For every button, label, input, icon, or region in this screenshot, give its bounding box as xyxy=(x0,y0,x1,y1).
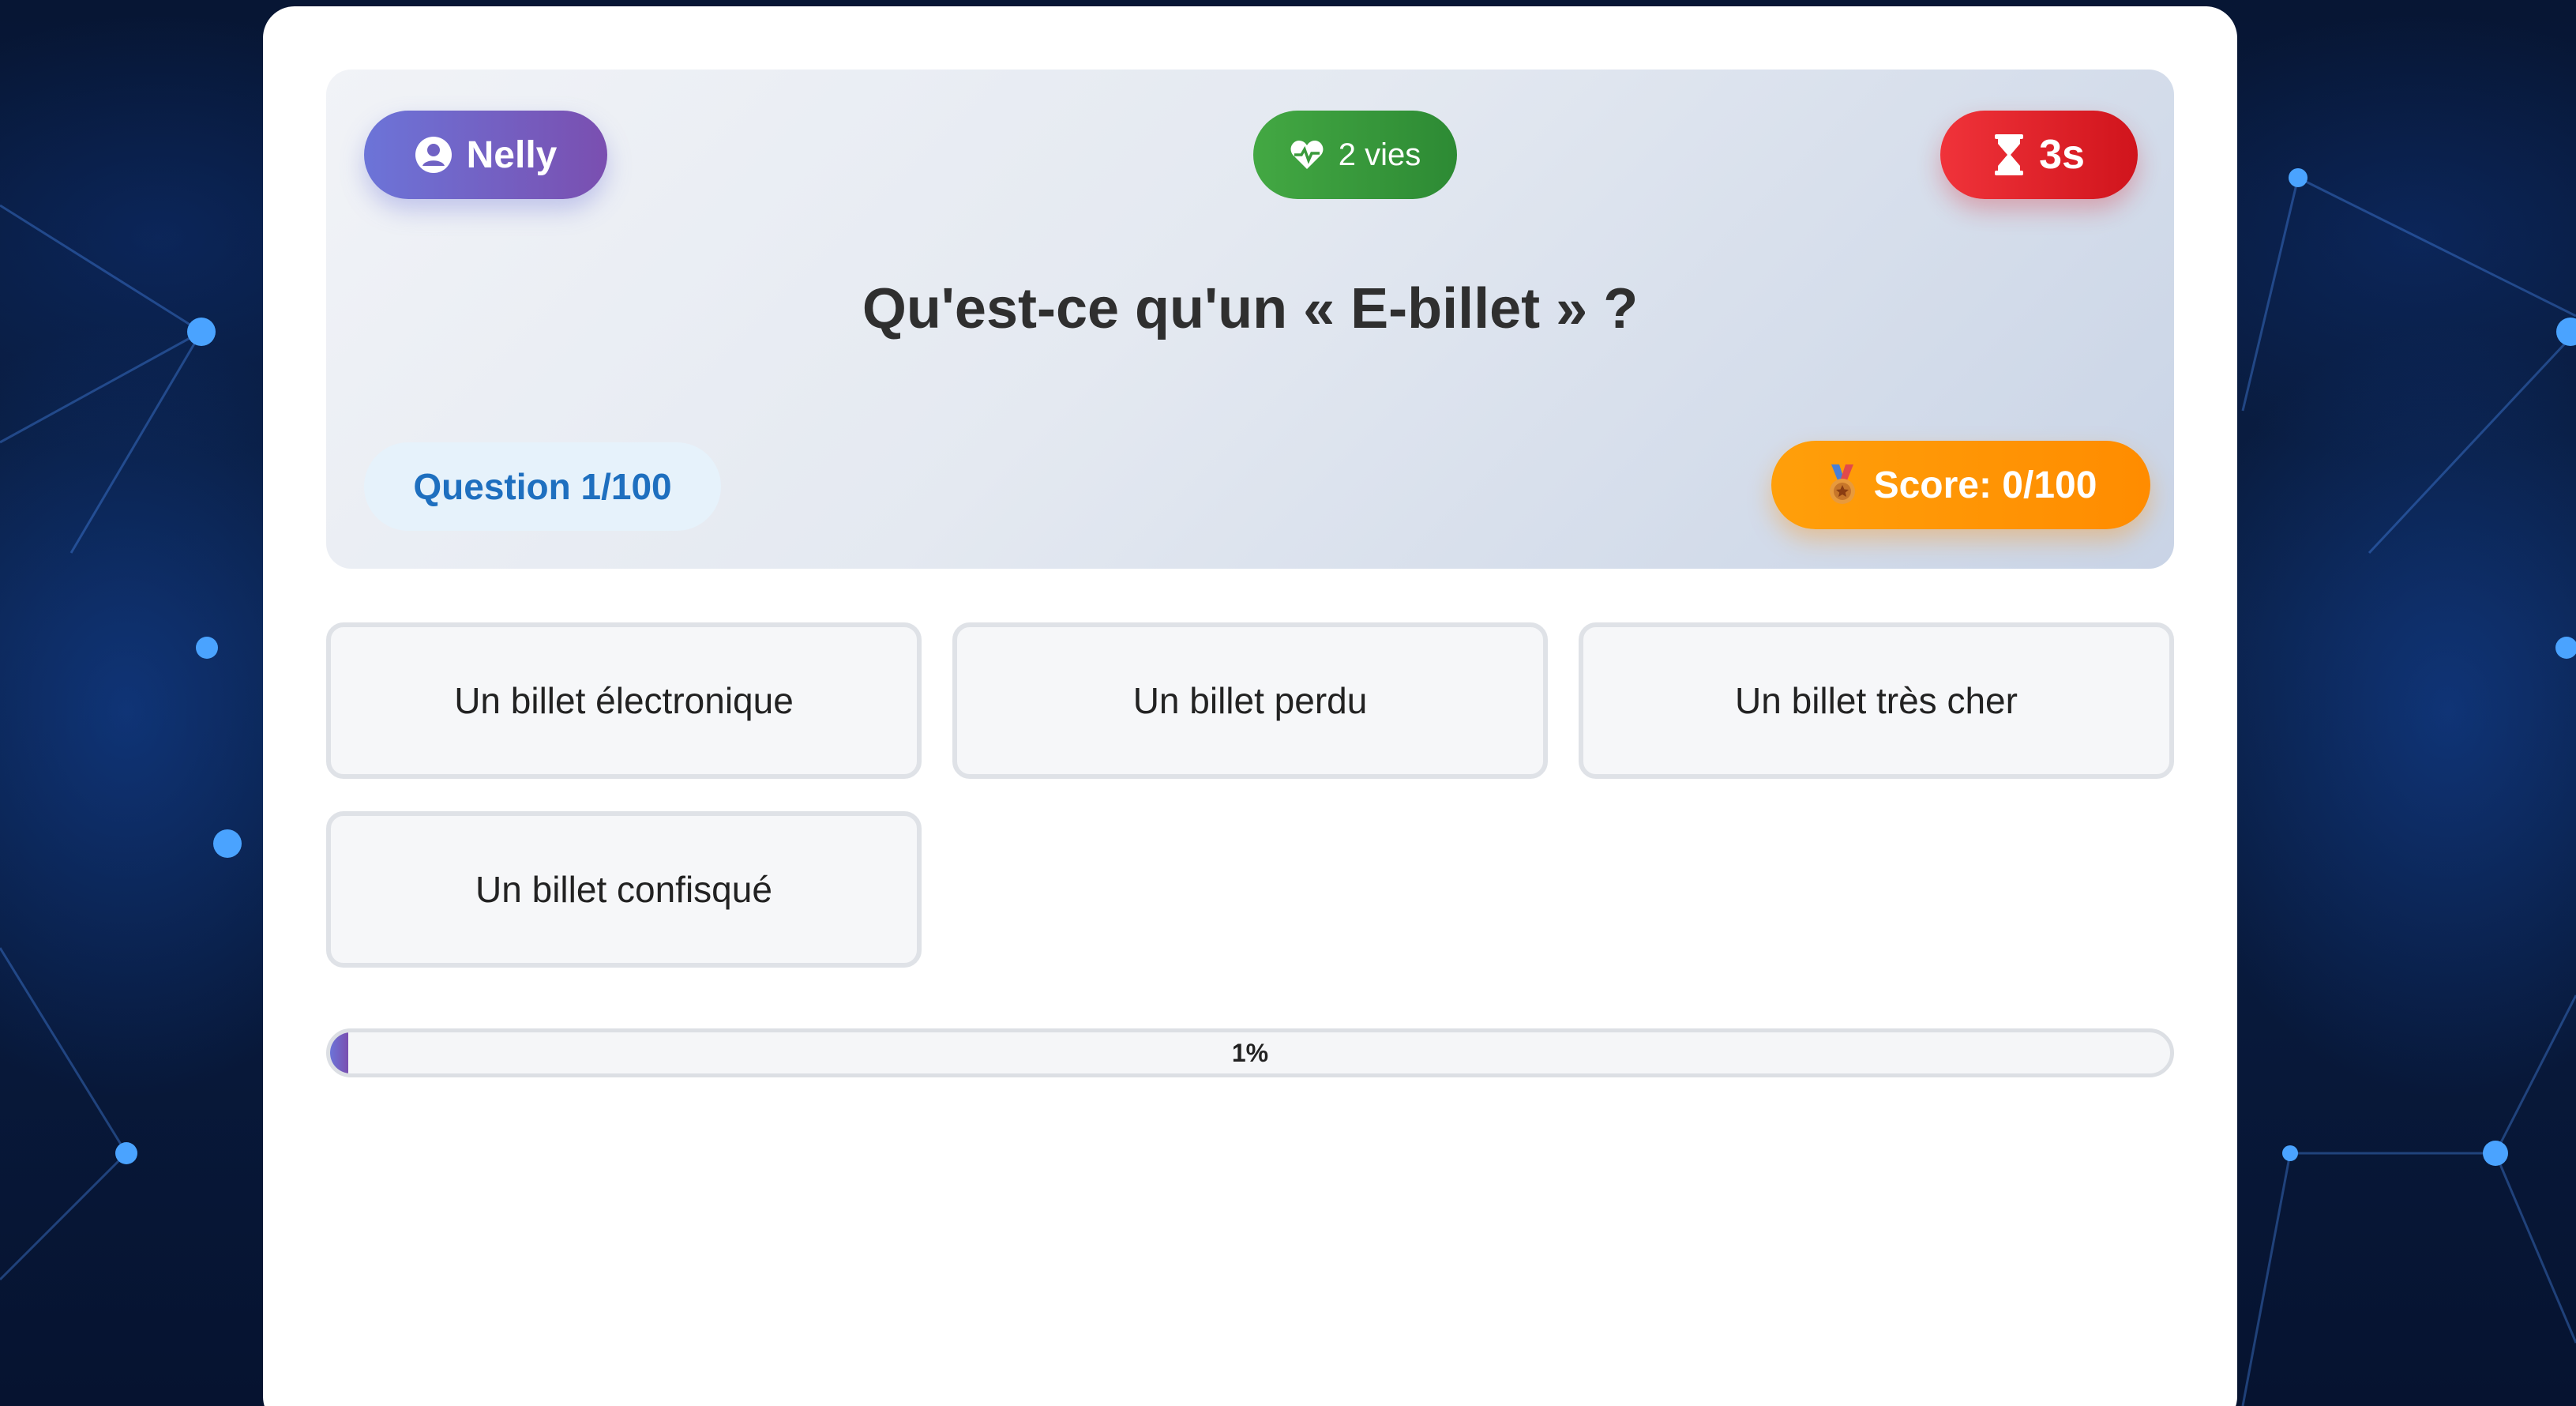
player-name: Nelly xyxy=(466,133,558,176)
quiz-card: Nelly 2 vies 3s Qu'est-ce qu'un « E-bill… xyxy=(263,6,2237,1406)
score-badge: Score: 0/100 xyxy=(1771,441,2150,529)
answer-option-4[interactable]: Un billet confisqué xyxy=(326,811,922,968)
lives-label: 2 vies xyxy=(1338,137,1421,172)
question-header: Nelly 2 vies 3s Qu'est-ce qu'un « E-bill… xyxy=(326,70,2174,569)
answer-option-3[interactable]: Un billet très cher xyxy=(1579,622,2174,779)
player-badge: Nelly xyxy=(364,111,607,199)
user-circle-icon xyxy=(415,136,452,174)
lives-badge: 2 vies xyxy=(1253,111,1457,199)
answer-option-1[interactable]: Un billet électronique xyxy=(326,622,922,779)
medal-icon xyxy=(1825,464,1860,506)
score-label: Score: 0/100 xyxy=(1873,464,2097,506)
progress-bar: 1% xyxy=(326,1028,2174,1077)
timer-badge: 3s xyxy=(1940,111,2138,199)
question-text: Qu'est-ce qu'un « E-billet » ? xyxy=(862,277,1639,340)
hourglass-icon xyxy=(1993,134,2025,175)
answer-option-2[interactable]: Un billet perdu xyxy=(952,622,1548,779)
timer-label: 3s xyxy=(2039,132,2085,178)
question-counter: Question 1/100 xyxy=(364,442,721,531)
progress-label: 1% xyxy=(1231,1038,1269,1067)
heart-pulse-icon xyxy=(1290,139,1324,171)
question-counter-label: Question 1/100 xyxy=(413,466,672,507)
